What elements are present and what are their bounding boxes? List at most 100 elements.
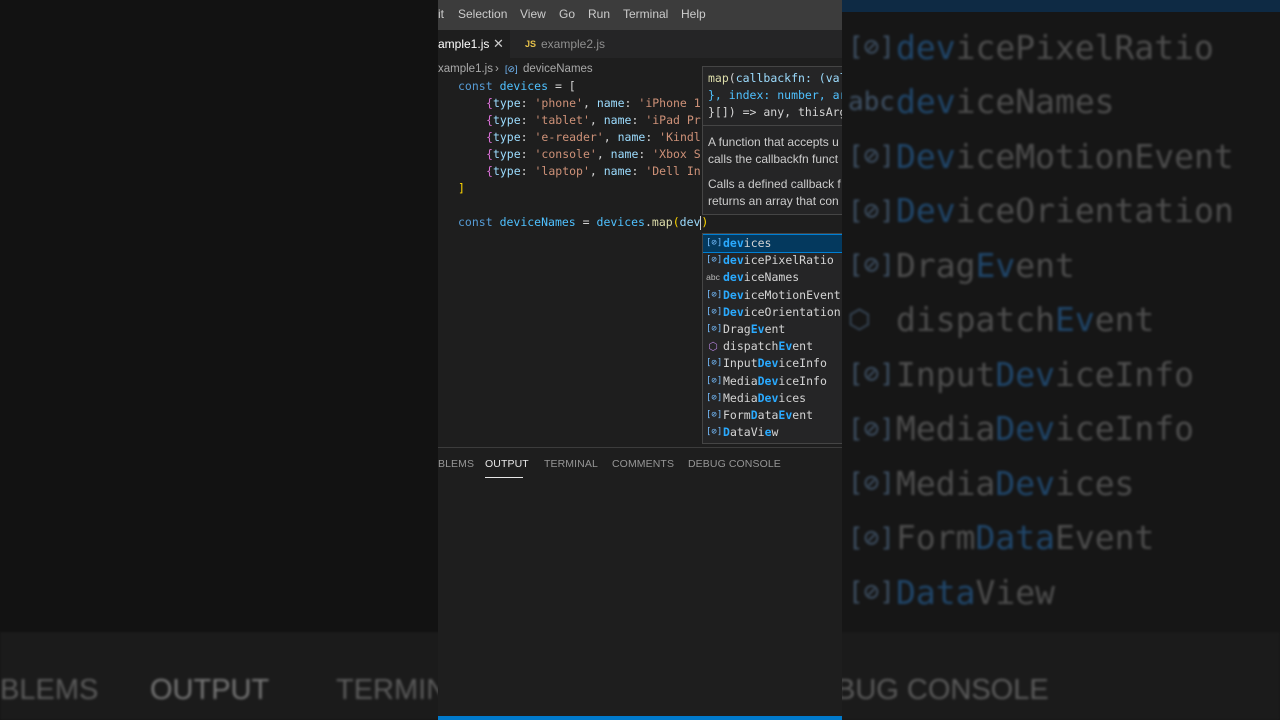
variable-icon: [⊘] — [848, 522, 895, 553]
tab-comments[interactable]: COMMENTS — [612, 458, 674, 470]
variable-icon: [⊘] — [706, 358, 723, 369]
tab-example2[interactable]: JS example2.js — [510, 30, 620, 58]
tab-label: example2.js — [541, 37, 606, 51]
code-line: {type: 'console', name: 'Xbox S — [486, 147, 701, 161]
variable-icon: [⊘] — [848, 250, 895, 281]
bottom-panel: BLEMS OUTPUT TERMINAL COMMENTS DEBUG CON… — [438, 447, 842, 720]
suggestion-item[interactable]: [⊘] FormDataEvent — [703, 407, 842, 424]
background-suggestion-label: devicePixelRatio — [896, 27, 1214, 67]
background-suggestion-item: ⬡ dispatchEvent — [848, 293, 1280, 348]
background-tab-output: OUTPUT — [150, 674, 270, 706]
background-suggestion-item: [⊘] DataView — [848, 565, 1280, 620]
variable-icon: [⊘] — [848, 468, 895, 499]
background-suggestion-item: [⊘] DeviceOrientation — [848, 184, 1280, 239]
background-suggestion-item: [⊘] DeviceMotionEvent — [848, 129, 1280, 184]
text-icon: abc — [706, 272, 720, 283]
background-suggestion-item: [⊘] MediaDevices — [848, 456, 1280, 511]
menu-terminal[interactable]: Terminal — [623, 7, 668, 21]
signature-line: }[]) => any, thisArg — [708, 105, 842, 119]
suggestion-label: InputDeviceInfo — [723, 356, 827, 371]
variable-icon: [⊘] — [706, 324, 723, 334]
suggestion-item[interactable]: [⊘] devices — [703, 234, 842, 253]
variable-icon: [⊘] — [848, 141, 895, 172]
menu-go[interactable]: Go — [559, 7, 575, 21]
tab-terminal[interactable]: TERMINAL — [544, 458, 598, 470]
background-suggestion-item: [⊘] MediaDeviceInfo — [848, 402, 1280, 457]
suggestion-item[interactable]: ⬡ dispatchEvent — [703, 338, 842, 355]
suggestion-label: devices — [723, 236, 772, 250]
tab-label: ample1.js — [438, 37, 490, 51]
variable-icon: [⊘] — [848, 195, 895, 226]
doc-text: A function that accepts u — [708, 135, 839, 149]
suggestion-label: devicePixelRatio — [723, 253, 834, 268]
background-suggestion-item: [⊘] InputDeviceInfo — [848, 347, 1280, 402]
background-suggestion-label: DataView — [896, 572, 1055, 612]
suggestion-item[interactable]: [⊘] DeviceMotionEvent — [703, 287, 842, 304]
variable-icon: [⊘] — [706, 427, 723, 438]
close-icon[interactable]: ✕ — [493, 30, 504, 58]
suggestion-item[interactable]: [⊘] MediaDeviceInfo — [703, 373, 842, 390]
variable-icon: [⊘] — [706, 410, 723, 420]
tab-problems[interactable]: BLEMS — [438, 458, 474, 470]
menu-bar: it Selection View Go Run Terminal Help — [438, 0, 842, 30]
method-icon: ⬡ — [708, 340, 718, 354]
background-suggestion-label: MediaDevices — [896, 463, 1135, 503]
background-suggestion-label: DragEvent — [896, 245, 1075, 285]
background-suggestion-item: [⊘] FormDataEvent — [848, 511, 1280, 566]
code-line: const deviceNames = devices.map(dev) — [458, 215, 709, 230]
breadcrumb-symbol[interactable]: deviceNames — [523, 61, 593, 77]
breadcrumb-file[interactable]: xample1.js — [438, 61, 493, 77]
suggestion-label: DeviceOrientation — [723, 304, 841, 319]
parameter-hint-tooltip: map(callbackfn: (val }, index: number, a… — [702, 66, 842, 215]
variable-icon: [⊘] — [848, 359, 895, 390]
variable-icon: [⊘] — [706, 306, 723, 317]
background-suggestion-label: DeviceMotionEvent — [896, 136, 1234, 176]
suggestion-label: DeviceMotionEvent — [723, 287, 841, 302]
background-suggestion-label: MediaDeviceInfo — [896, 409, 1195, 449]
menu-view[interactable]: View — [520, 7, 546, 21]
suggestion-item[interactable]: [⊘] DeviceOrientation — [703, 304, 842, 321]
suggestion-item[interactable]: [⊘] InputDeviceInfo — [703, 355, 842, 372]
divider — [703, 125, 842, 126]
tab-output[interactable]: OUTPUT — [485, 458, 529, 470]
suggestion-item[interactable]: abc deviceNames — [703, 269, 842, 286]
variable-icon: [⊘] — [706, 238, 723, 248]
menu-run[interactable]: Run — [588, 7, 610, 21]
active-tab-indicator — [485, 477, 523, 478]
suggestion-item[interactable]: [⊘] MediaDevices — [703, 390, 842, 407]
suggestion-label: DataView — [723, 425, 779, 440]
background-suggestion-item: [⊘] devicePixelRatio — [848, 20, 1280, 75]
background-suggestion-item: abc deviceNames — [848, 75, 1280, 130]
background-tab-problems: BLEMS — [0, 674, 99, 706]
suggestion-label: MediaDeviceInfo — [723, 373, 827, 388]
suggestion-label: FormDataEvent — [723, 408, 814, 422]
variable-icon: [⊘] — [848, 577, 895, 608]
background-suggestion-label: InputDeviceInfo — [896, 354, 1195, 394]
suggestion-item[interactable]: [⊘] DragEvent — [703, 321, 842, 338]
code-line: {type: 'laptop', name: 'Dell In — [486, 164, 701, 178]
tab-debug-console[interactable]: DEBUG CONSOLE — [688, 458, 781, 470]
code-line: {type: 'tablet', name: 'iPad Pr — [486, 113, 701, 127]
signature-line: }, index: number, ar — [708, 88, 842, 102]
background-suggestion-label: deviceNames — [896, 82, 1115, 122]
tab-bar: ample1.js ✕ JS example2.js — [438, 30, 842, 58]
javascript-file-icon: JS — [525, 39, 537, 49]
suggestion-label: DragEvent — [723, 322, 786, 336]
suggestion-label: deviceNames — [723, 270, 800, 285]
variable-icon: [⊘] — [706, 392, 723, 403]
menu-help[interactable]: Help — [681, 7, 706, 21]
background-suggestion-item: [⊘] DragEvent — [848, 238, 1280, 293]
background-highlight-strip — [842, 0, 1280, 12]
text-icon: abc — [848, 86, 895, 117]
doc-text: returns an array that con — [708, 194, 839, 208]
doc-text: calls the callbackfn funct — [708, 152, 839, 166]
menu-selection[interactable]: Selection — [458, 7, 507, 21]
background-tab-terminal: TERMIN — [336, 674, 448, 706]
tab-example1[interactable]: ample1.js ✕ — [438, 30, 510, 58]
suggestion-item[interactable]: [⊘] devicePixelRatio — [703, 252, 842, 269]
suggestion-list: [⊘] devices [⊘] devicePixelRatio abc deviceNa… — [702, 233, 842, 444]
chevron-right-icon: › — [495, 63, 499, 75]
menu-edit[interactable]: it — [438, 7, 444, 21]
variable-icon: [⊘] — [505, 64, 518, 74]
suggestion-item[interactable]: [⊘] DataView — [703, 424, 842, 441]
